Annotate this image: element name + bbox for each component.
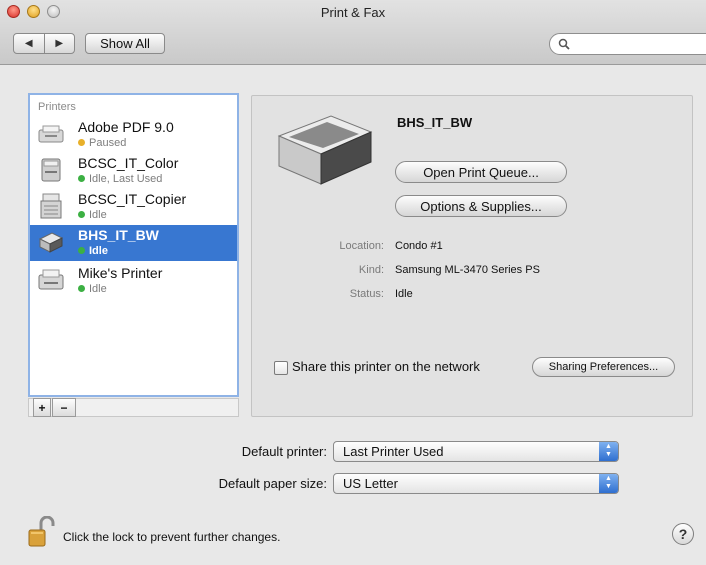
- location-label: Location:: [339, 240, 384, 252]
- location-value: Condo #1: [395, 240, 443, 252]
- default-paper-size-value: US Letter: [343, 476, 398, 491]
- search-field[interactable]: [549, 33, 706, 55]
- back-arrow-icon[interactable]: ◀: [14, 34, 45, 53]
- status-value: Idle: [395, 288, 413, 300]
- printer-item-bcsc-it-copier[interactable]: BCSC_IT_Copier Idle: [30, 189, 237, 225]
- window-title: Print & Fax: [320, 5, 386, 20]
- printer-icon: [41, 158, 61, 182]
- select-arrows-icon: ▲ ▼: [599, 442, 618, 461]
- status-label: Status:: [349, 288, 384, 300]
- title-bar: Print & Fax ◀ ▶ Show All: [0, 0, 706, 65]
- select-arrows-icon: ▲ ▼: [599, 474, 618, 493]
- kind-value: Samsung ML-3470 Series PS: [395, 264, 540, 276]
- add-printer-button[interactable]: +: [33, 398, 51, 417]
- printer-title: BHS_IT_BW: [397, 115, 473, 130]
- printer-icon: [38, 269, 64, 290]
- remove-printer-button[interactable]: −: [52, 398, 76, 417]
- default-printer-select[interactable]: Last Printer Used ▲ ▼: [333, 441, 619, 462]
- printer-status: Idle: [78, 209, 107, 221]
- help-button[interactable]: ?: [672, 523, 694, 545]
- lock-message: Click the lock to prevent further change…: [63, 530, 281, 544]
- sharing-preferences-button[interactable]: Sharing Preferences...: [532, 357, 675, 377]
- printer-status: Paused: [78, 137, 126, 149]
- printer-name: BCSC_IT_Copier: [78, 191, 187, 207]
- copier-icon: [40, 193, 62, 219]
- default-printer-value: Last Printer Used: [343, 444, 444, 459]
- printer-icon: [38, 232, 64, 253]
- status-dot-icon: [78, 285, 85, 292]
- printer-status: Idle: [78, 245, 108, 257]
- forward-arrow-icon[interactable]: ▶: [45, 34, 75, 53]
- options-supplies-button[interactable]: Options & Supplies...: [395, 195, 567, 217]
- open-print-queue-button[interactable]: Open Print Queue...: [395, 161, 567, 183]
- printer-item-bhs-it-bw[interactable]: BHS_IT_BW Idle: [30, 225, 237, 261]
- status-dot-icon: [78, 211, 85, 218]
- printer-status: Idle, Last Used: [78, 173, 162, 185]
- status-dot-icon: [78, 247, 85, 254]
- default-paper-size-select[interactable]: US Letter ▲ ▼: [333, 473, 619, 494]
- share-printer-checkbox[interactable]: [274, 361, 288, 375]
- default-paper-size-label: Default paper size:: [218, 476, 327, 491]
- printer-status: Idle: [78, 283, 107, 295]
- printer-item-mikes-printer[interactable]: Mike's Printer Idle: [30, 263, 237, 299]
- kind-label: Kind:: [358, 264, 384, 276]
- pdf-printer-icon: [38, 125, 64, 143]
- back-forward-control: ◀ ▶: [13, 33, 75, 54]
- default-printer-label: Default printer:: [241, 444, 327, 459]
- printer-list[interactable]: Printers Adobe PDF 9.0 Paused BCSC_IT_Co…: [28, 93, 239, 397]
- share-printer-label: Share this printer on the network: [292, 359, 480, 374]
- printer-name: Adobe PDF 9.0: [78, 119, 174, 135]
- printers-header: Printers: [38, 101, 76, 113]
- status-dot-icon: [78, 139, 85, 146]
- printer-item-adobe-pdf[interactable]: Adobe PDF 9.0 Paused: [30, 117, 237, 153]
- printer-large-icon: [277, 115, 373, 185]
- printer-name: BHS_IT_BW: [78, 227, 159, 243]
- search-icon: [558, 38, 570, 50]
- lock-icon[interactable]: [27, 516, 57, 548]
- status-dot-icon: [78, 175, 85, 182]
- show-all-button[interactable]: Show All: [85, 33, 165, 54]
- printer-item-bcsc-it-color[interactable]: BCSC_IT_Color Idle, Last Used: [30, 153, 237, 189]
- printer-name: BCSC_IT_Color: [78, 155, 179, 171]
- printer-name: Mike's Printer: [78, 265, 163, 281]
